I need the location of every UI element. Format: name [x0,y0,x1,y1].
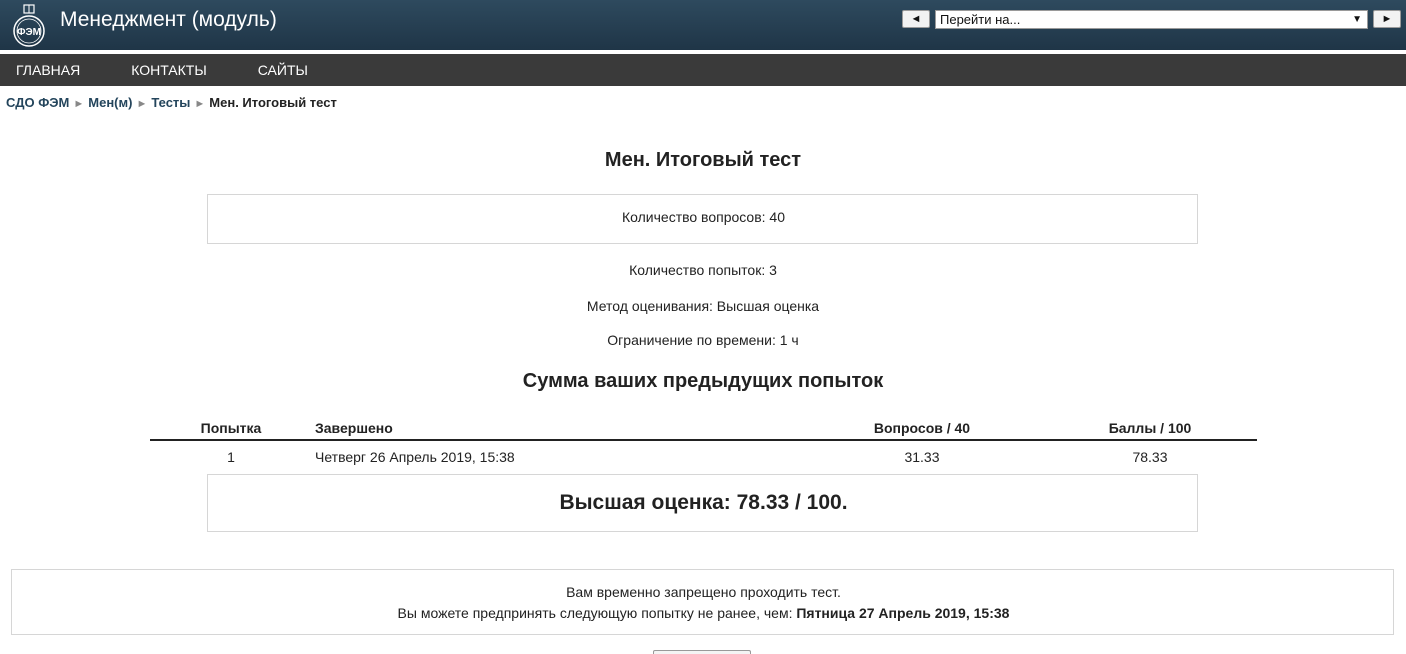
cell-questions: 31.33 [904,449,940,465]
breadcrumb-item-course[interactable]: Мен(м) [88,95,132,110]
site-title[interactable]: Менеджмент (модуль) [60,8,277,32]
time-limit: Ограничение по времени: 1 ч [607,332,799,348]
next-attempt-date: Пятница 27 Апрель 2019, 15:38 [796,605,1010,621]
column-header-attempt[interactable]: Попытка [180,420,282,436]
jump-navigation: ◄ Перейти на... ▼ ► [902,9,1401,29]
svg-text:ФЭМ: ФЭМ [17,27,41,38]
breadcrumb-item-tests[interactable]: Тесты [151,95,190,110]
column-header-score[interactable]: Баллы / 100 [1080,420,1220,436]
notice-line-1: Вам временно запрещено проходить тест. [566,584,841,600]
attempt-restriction-notice: Вам временно запрещено проходить тест. В… [11,569,1394,635]
jump-next-button[interactable]: ► [1373,10,1401,28]
quiz-intro-box: Количество вопросов: 40 [207,194,1198,244]
nav-item-contacts[interactable]: КОНТАКТЫ [115,62,223,78]
breadcrumb-current: Мен. Итоговый тест [209,95,337,110]
site-header: ФЭМ Менеджмент (модуль) ◄ Перейти на... … [0,0,1406,50]
nav-item-home[interactable]: ГЛАВНАЯ [0,62,96,78]
breadcrumb-separator-icon: ► [194,98,206,110]
cell-completed: Четверг 26 Апрель 2019, 15:38 [315,449,515,465]
back-to-course-button[interactable] [653,650,751,654]
attempts-summary-title: Сумма ваших предыдущих попыток [522,370,884,392]
cell-attempt: 1 [227,449,235,465]
best-grade: Высшая оценка: 78.33 / 100. [559,491,848,514]
table-header: Попытка Завершено Вопросов / 40 Баллы / … [150,418,1257,441]
breadcrumb-item-home[interactable]: СДО ФЭМ [6,95,69,110]
notice-line-2-text: Вы можете предпринять следующую попытку … [397,605,797,621]
main-nav: ГЛАВНАЯ КОНТАКТЫ САЙТЫ [0,54,1406,86]
breadcrumb-separator-icon: ► [136,98,148,110]
table-row: 1 Четверг 26 Апрель 2019, 15:38 31.33 78… [150,441,1257,473]
column-header-questions[interactable]: Вопросов / 40 [850,420,994,436]
attempts-table: Попытка Завершено Вопросов / 40 Баллы / … [150,418,1257,473]
nav-item-sites[interactable]: САЙТЫ [242,62,324,78]
attempts-allowed: Количество попыток: 3 [629,262,777,278]
breadcrumb-separator-icon: ► [73,98,85,110]
jump-to-select-value: Перейти на... [940,11,1021,27]
column-header-completed[interactable]: Завершено [315,420,393,436]
page-title: Мен. Итоговый тест [604,149,802,171]
grading-method: Метод оценивания: Высшая оценка [586,298,820,314]
site-logo[interactable]: ФЭМ [10,4,48,48]
breadcrumb: СДО ФЭМ ► Мен(м) ► Тесты ► Мен. Итоговый тест [6,95,337,110]
chevron-down-icon: ▼ [1352,13,1362,25]
logo-emblem-icon: ФЭМ [13,4,45,47]
best-grade-box: Высшая оценка: 78.33 / 100. [207,474,1198,532]
jump-prev-button[interactable]: ◄ [902,10,930,28]
notice-line-2: Вы можете предпринять следующую попытку … [12,605,1395,621]
questions-count: Количество вопросов: 40 [621,209,786,225]
cell-score: 78.33 [1132,449,1168,465]
jump-to-select[interactable]: Перейти на... ▼ [935,9,1368,29]
